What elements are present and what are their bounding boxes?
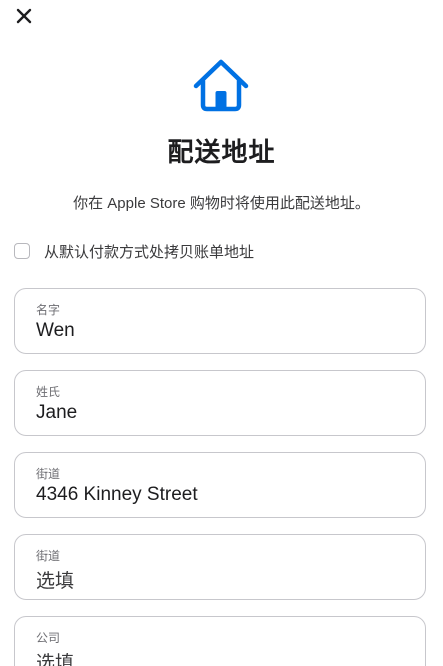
house-icon: [193, 59, 249, 112]
shipping-address-page: 配送地址 你在 Apple Store 购物时将使用此配送地址。 从默认付款方式…: [0, 0, 443, 666]
field-placeholder: 选填: [36, 653, 75, 666]
field-label: 街道: [36, 549, 61, 563]
close-button[interactable]: [14, 6, 34, 26]
last-name-field[interactable]: 姓氏 Jane: [14, 370, 426, 436]
field-value: 4346 Kinney Street: [36, 484, 198, 505]
field-placeholder: 选填: [36, 571, 75, 592]
copy-billing-checkbox[interactable]: [14, 243, 30, 259]
company-field[interactable]: 公司 选填: [14, 616, 426, 666]
page-subtitle: 你在 Apple Store 购物时将使用此配送地址。: [73, 195, 370, 212]
field-label: 名字: [36, 303, 61, 317]
close-icon: [16, 8, 32, 24]
copy-billing-label: 从默认付款方式处拷贝账单地址: [44, 243, 255, 261]
copy-billing-address-option[interactable]: 从默认付款方式处拷贝账单地址: [14, 241, 254, 261]
street-field[interactable]: 街道 4346 Kinney Street: [14, 452, 426, 518]
street-line-2-field[interactable]: 街道 选填: [14, 534, 426, 600]
field-label: 姓氏: [36, 385, 61, 399]
first-name-field[interactable]: 名字 Wen: [14, 288, 426, 354]
field-label: 街道: [36, 467, 61, 481]
field-label: 公司: [36, 631, 61, 645]
page-title: 配送地址: [167, 137, 276, 167]
field-value: Jane: [36, 402, 78, 423]
field-value: Wen: [36, 320, 75, 341]
